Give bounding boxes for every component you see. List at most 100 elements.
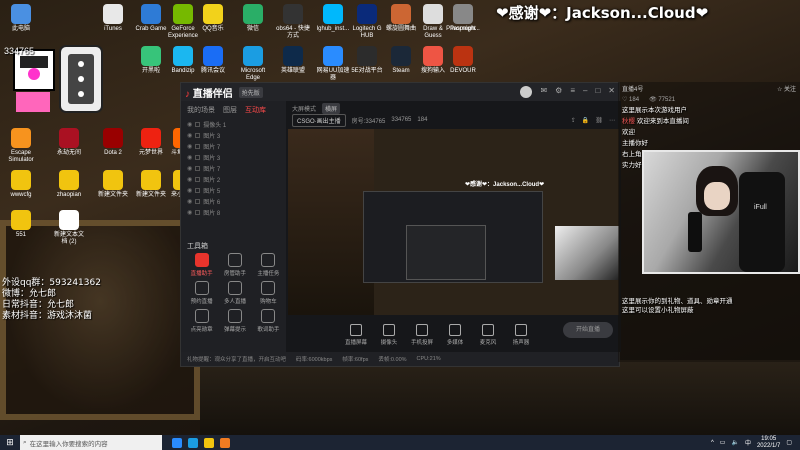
eye-icon[interactable]: ◉ [187,176,192,183]
maximize-icon[interactable]: □ [595,86,600,98]
eye-icon[interactable]: ◉ [187,154,192,161]
taskbar-search[interactable]: ⌕ 在这里输入你要搜索的内容 [20,435,162,450]
mode-label[interactable]: 大屏模式 [292,104,316,113]
desktop-icon[interactable]: 开黑啦 [134,46,168,75]
desktop-icon[interactable]: 此电脑 [4,4,38,33]
source-button[interactable]: 麦克风 [476,324,500,346]
scene-row[interactable]: ◉ 图片 7 [181,141,286,152]
link-icon[interactable]: ⛓ [595,117,603,124]
scene-row[interactable]: ◉ 图片 5 [181,185,286,196]
volume-icon[interactable]: 🔈 [731,439,738,446]
desktop-icon[interactable]: zhaopian [52,170,86,199]
desktop-icon[interactable]: GeForce Experience [166,4,200,40]
desktop-icon[interactable]: 搜狗输入 [416,46,450,75]
eye-icon[interactable]: ◉ [187,198,192,205]
scene-row[interactable]: ◉ 图片 3 [181,152,286,163]
eye-icon[interactable]: ◉ [187,121,192,128]
desktop-icon[interactable]: Draw & Guess [416,4,450,40]
tab-interaction[interactable]: 互动库 [245,105,266,115]
scene-checkbox[interactable] [195,133,201,138]
scene-row[interactable]: ◉ 图片 7 [181,163,286,174]
tool-item[interactable]: 直播助手 [185,253,218,277]
scene-row[interactable]: ◉ 图片 6 [181,196,286,207]
desktop-icon[interactable]: 微信 [236,4,270,33]
eye-icon[interactable]: ◉ [187,209,192,216]
tool-item[interactable]: 房管助手 [218,253,251,277]
desktop-icon[interactable]: QQ音乐 [196,4,230,33]
stream-preview[interactable]: ❤感谢❤：Jackson...Cloud❤ [288,129,619,315]
tool-item[interactable]: 多人直播 [218,281,251,305]
scene-checkbox[interactable] [195,188,201,193]
desktop-icon[interactable]: Propnight [446,4,480,33]
notification-icon[interactable]: ▢ [786,439,792,446]
tool-item[interactable]: 预约直播 [185,281,218,305]
desktop-icon[interactable]: 新建文件夹 [96,170,130,199]
lock-icon[interactable]: 🔒 [582,117,589,124]
language-indicator[interactable]: 中 [745,438,751,447]
scene-row[interactable]: ◉ 图片 2 [181,174,286,185]
source-button[interactable]: 手机投屏 [410,324,434,346]
tool-item[interactable]: 购物车 [252,281,285,305]
follow-button[interactable]: ☆ 关注 [777,84,796,93]
scene-checkbox[interactable] [195,144,201,149]
desktop-icon[interactable]: wwwcfg [4,170,38,199]
tool-item[interactable]: 点亮勋章 [185,309,218,333]
explorer-taskbar-icon[interactable] [204,437,214,448]
scene-checkbox[interactable] [195,155,201,160]
source-button[interactable]: 摄像头 [377,324,401,346]
desktop-icon[interactable]: obs64 - 快捷方式 [276,4,310,40]
tool-item[interactable]: 歌词助手 [252,309,285,333]
desktop-icon[interactable]: Logitech G HUB [350,4,384,40]
windows-start-icon[interactable]: ⊞ [0,437,20,448]
source-button[interactable]: 扬声器 [509,324,533,346]
desktop-icon[interactable]: iTunes [96,4,130,33]
desktop-icon[interactable]: lghub_inst... [316,4,350,33]
task-view-icon[interactable] [172,437,182,448]
source-button[interactable]: 直播屏幕 [344,324,368,346]
desktop-icon[interactable]: 网易UU加速器 [316,46,350,82]
desktop-icon[interactable]: 元梦世界 [134,128,168,157]
minimize-icon[interactable]: – [583,86,587,98]
more-icon[interactable]: ⋯ [609,117,615,124]
desktop-icon[interactable]: Microsoft Edge [236,46,270,82]
scene-checkbox[interactable] [195,210,201,215]
settings-icon[interactable]: ⚙ [555,86,562,98]
share-icon[interactable]: ⇪ [571,117,576,124]
scene-checkbox[interactable] [195,122,201,127]
desktop-icon[interactable]: 5E对战平台 [350,46,384,75]
desktop-icon[interactable]: 新建文本文档 (2) [52,210,86,246]
tab-layers[interactable]: 图层 [223,105,237,115]
orientation-chip[interactable]: 横屏 [322,102,341,114]
desktop-icon[interactable]: Escape Simulator [4,128,38,164]
app-taskbar-icon[interactable] [220,437,230,448]
tool-item[interactable]: 弹幕提示 [218,309,251,333]
tab-scenes[interactable]: 我的场景 [187,105,215,115]
scene-checkbox[interactable] [195,199,201,204]
eye-icon[interactable]: ◉ [187,165,192,172]
desktop-icon[interactable]: Bandizip [166,46,200,75]
desktop-icon[interactable]: 英雄联盟 [276,46,310,75]
desktop-icon[interactable]: 新建文件夹 [134,170,168,199]
eye-icon[interactable]: ◉ [187,132,192,139]
desktop-icon[interactable]: 腾讯会议 [196,46,230,75]
mail-icon[interactable]: ✉ [540,86,547,98]
game-selector[interactable]: CSGO·画出主播 [292,113,346,127]
desktop-icon[interactable]: DEVOUR [446,46,480,75]
tray-arrow-icon[interactable]: ^ [711,440,714,446]
scene-row[interactable]: ◉ 摄像头 1 [181,119,286,130]
eye-icon[interactable]: ◉ [187,143,192,150]
start-stream-button[interactable]: 开始直播 [563,322,613,338]
scene-checkbox[interactable] [195,166,201,171]
desktop-icon[interactable]: Crab Game [134,4,168,33]
chat-username[interactable]: 秋樱 [622,118,637,125]
clock[interactable]: 19:05 2022/1/7 [757,436,780,450]
edge-taskbar-icon[interactable] [188,437,198,448]
network-icon[interactable]: ▭ [720,439,726,446]
menu-icon[interactable]: ≡ [570,86,575,98]
source-button[interactable]: 多媒体 [443,324,467,346]
scene-row[interactable]: ◉ 图片 8 [181,207,286,218]
desktop-icon[interactable]: 螺旋圆舞曲 [384,4,418,33]
scene-checkbox[interactable] [195,177,201,182]
eye-icon[interactable]: ◉ [187,187,192,194]
tool-item[interactable]: 主播任务 [252,253,285,277]
